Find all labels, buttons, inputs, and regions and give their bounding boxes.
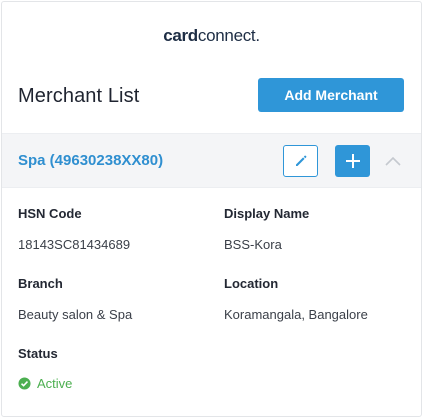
cardconnect-logo: cardconnect. [2,26,421,46]
logo-dot: . [255,26,260,45]
page-title: Merchant List [18,85,140,107]
display-name-label: Display Name [224,206,310,221]
add-location-button[interactable] [335,145,370,177]
pencil-icon [295,155,306,166]
edit-merchant-button[interactable] [283,145,318,177]
location-label: Location [224,276,279,291]
logo-text-connect: connect [197,26,256,45]
branch-label: Branch [18,276,63,291]
display-name-value: BSS-Kora [224,237,282,252]
logo-text-card: card [163,26,198,45]
add-merchant-button[interactable]: Add Merchant [258,78,404,112]
status-badge: Active [18,376,72,391]
merchant-accordion-header[interactable]: Spa (49630238XX80) [2,133,421,188]
chevron-up-icon [385,156,401,166]
status-value: Active [37,376,73,391]
collapse-toggle[interactable] [383,151,403,171]
merchant-card: cardconnect. Merchant List Add Merchant … [1,1,422,417]
merchant-name-link[interactable]: Spa (49630238XX80) [18,152,163,169]
plus-icon [345,154,360,168]
hsn-code-label: HSN Code [18,206,82,221]
branch-value: Beauty salon & Spa [18,307,133,322]
location-value: Koramangala, Bangalore [224,307,368,322]
check-circle-icon [18,377,31,390]
header-row: Merchant List Add Merchant [2,78,421,114]
status-label: Status [18,346,58,361]
hsn-code-value: 18143SC81434689 [18,237,131,252]
